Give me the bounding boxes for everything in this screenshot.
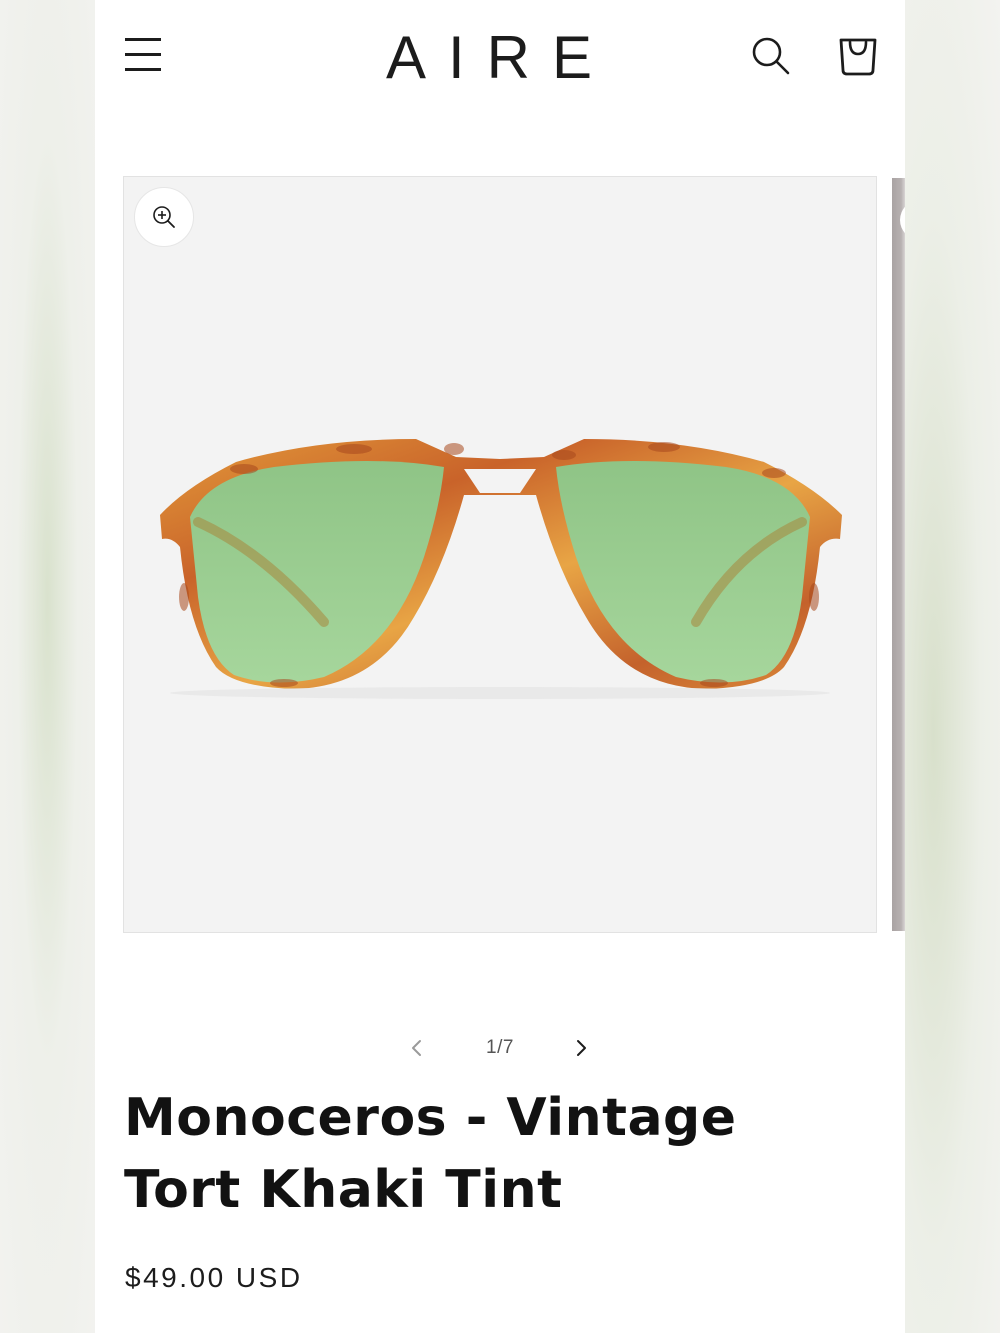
previous-slide-button[interactable]: [403, 1034, 431, 1062]
zoom-in-icon: [153, 206, 175, 228]
brand-logo[interactable]: AIRE: [385, 26, 615, 86]
menu-button[interactable]: [121, 34, 165, 74]
sunglasses-product-photo: [160, 439, 842, 699]
search-button[interactable]: [747, 32, 793, 78]
chevron-right-icon: [577, 1040, 586, 1056]
slide-counter: 1/7: [486, 1037, 514, 1058]
next-slide-peek[interactable]: [892, 178, 905, 931]
zoom-button[interactable]: [134, 187, 194, 247]
product-title: Monoceros - Vintage Tort Khaki Tint: [124, 1088, 737, 1220]
brand-logo-text: AIRE: [386, 26, 614, 86]
backdrop-right: [905, 0, 1000, 1333]
search-icon: [752, 37, 790, 75]
slider-pager: 1/7: [395, 1026, 605, 1070]
site-header: AIRE: [95, 0, 905, 110]
menu-bar: [125, 68, 161, 71]
product-gallery: [123, 176, 877, 933]
cart-button[interactable]: [835, 30, 881, 80]
product-price: $49.00 USD: [125, 1262, 303, 1293]
product-page: AIRE 1/7 Monoceros - Vintage Tort Khaki …: [95, 0, 905, 1333]
peek-zoom-button: [900, 200, 905, 240]
shopping-bag-icon: [839, 38, 877, 76]
next-slide-button[interactable]: [567, 1034, 595, 1062]
menu-bar: [125, 53, 161, 56]
chevron-left-icon: [412, 1040, 421, 1056]
product-image[interactable]: [123, 176, 877, 933]
backdrop-left: [0, 0, 95, 1333]
menu-bar: [125, 38, 161, 41]
